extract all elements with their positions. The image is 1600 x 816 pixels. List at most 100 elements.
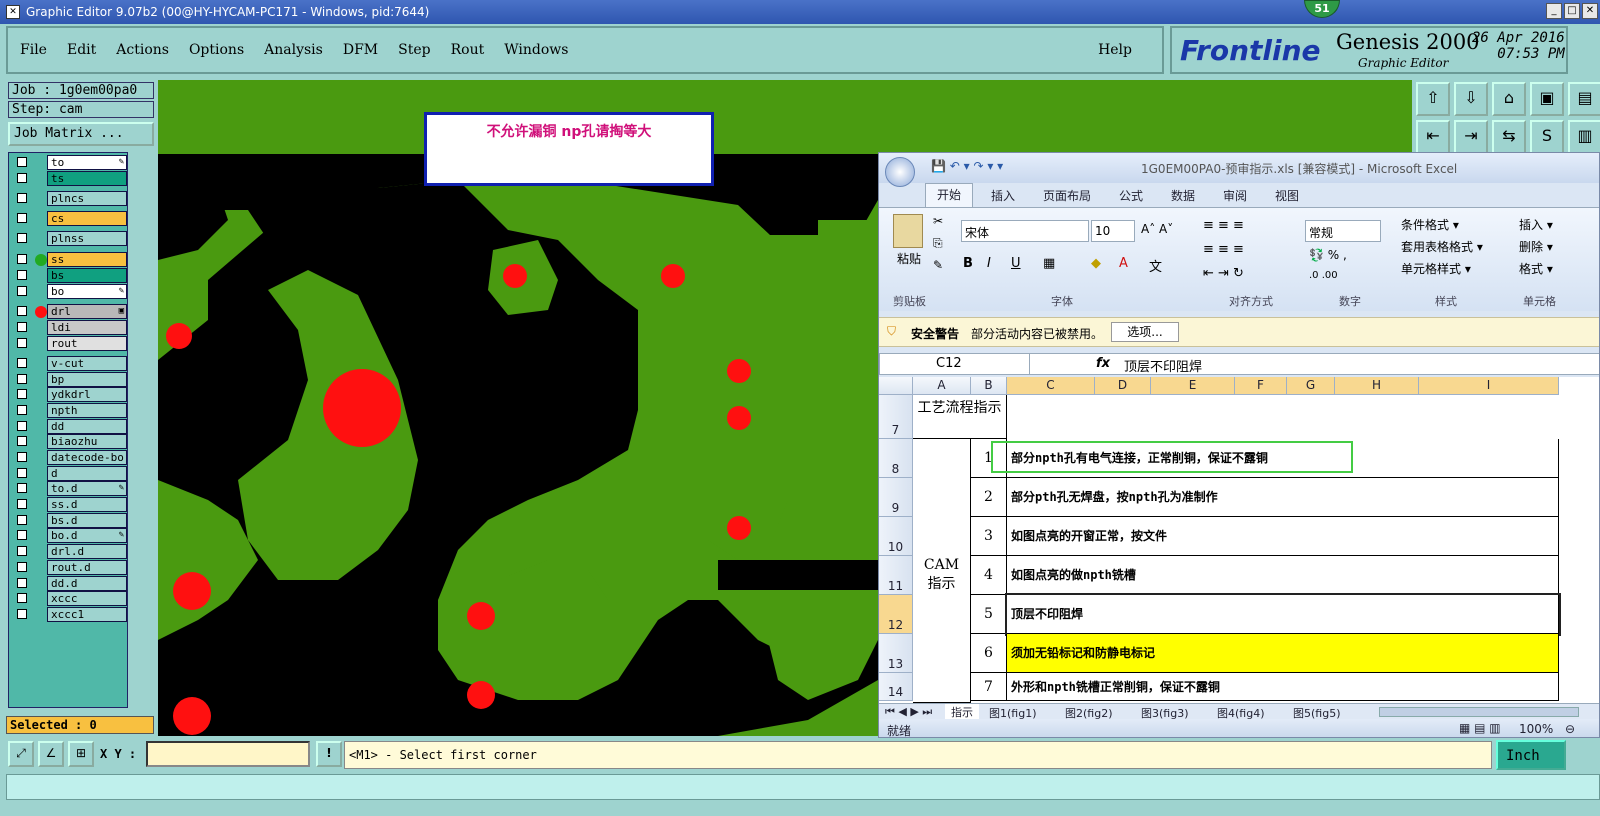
paste-label[interactable]: 粘贴 bbox=[897, 250, 921, 267]
menu-analysis[interactable]: Analysis bbox=[264, 42, 323, 58]
layer-name[interactable]: npth bbox=[47, 403, 127, 418]
layer-checkbox[interactable] bbox=[17, 436, 27, 446]
instruction-cell[interactable]: 如图点亮的做npth铣槽 bbox=[1007, 556, 1559, 595]
col-header-d[interactable]: D bbox=[1095, 377, 1151, 395]
row-header-10[interactable]: 10 bbox=[879, 517, 913, 556]
layer-name[interactable]: ts bbox=[47, 171, 127, 186]
menu-actions[interactable]: Actions bbox=[116, 42, 169, 58]
col-header-g[interactable]: G bbox=[1287, 377, 1335, 395]
layer-row-ss.d[interactable]: ss.d bbox=[13, 497, 129, 512]
layer-checkbox[interactable] bbox=[17, 358, 27, 368]
layer-row-biaozhu[interactable]: biaozhu bbox=[13, 434, 129, 449]
instruction-cell[interactable]: 须加无铅标记和防静电标记 bbox=[1007, 634, 1559, 673]
align-horizontal-icons[interactable]: ≡ ≡ ≡ bbox=[1203, 242, 1244, 257]
step-number-cell[interactable]: 6 bbox=[971, 634, 1007, 673]
bold-icon[interactable]: B bbox=[963, 256, 973, 271]
layer-name[interactable]: dd.d bbox=[47, 576, 127, 591]
tool-s-icon[interactable]: S bbox=[1530, 120, 1564, 154]
tab-view[interactable]: 视图 bbox=[1275, 187, 1299, 204]
col-header-b[interactable]: B bbox=[971, 377, 1007, 395]
zoom-level[interactable]: 100% bbox=[1519, 722, 1553, 736]
layer-checkbox[interactable] bbox=[17, 546, 27, 556]
grid-icon[interactable]: ⊞ bbox=[68, 741, 94, 767]
view-mode-icons[interactable]: ▦ ▤ ▥ bbox=[1459, 721, 1501, 735]
layer-name[interactable]: to.d ✎ bbox=[47, 481, 127, 496]
layer-checkbox[interactable] bbox=[17, 157, 27, 167]
instruction-cell[interactable]: 如图点亮的开窗正常，按文件 bbox=[1007, 517, 1559, 556]
alert-icon[interactable]: ! bbox=[316, 741, 342, 767]
underline-icon[interactable]: U bbox=[1011, 256, 1021, 271]
home-icon[interactable]: ⌂ bbox=[1492, 82, 1526, 116]
align-top-icons[interactable]: ≡ ≡ ≡ bbox=[1203, 218, 1244, 233]
tool-extra-icon[interactable]: ▤ bbox=[1568, 82, 1600, 116]
font-color-icon[interactable]: A bbox=[1119, 256, 1128, 271]
row-header-14[interactable]: 14 bbox=[879, 673, 913, 701]
layer-name[interactable]: drl ▣ bbox=[47, 304, 127, 319]
layer-name[interactable]: datecode-bo bbox=[47, 450, 127, 465]
layer-row-xccc1[interactable]: xccc1 bbox=[13, 607, 129, 622]
layer-row-ldi[interactable]: ldi bbox=[13, 320, 129, 335]
name-box[interactable]: C12 bbox=[880, 354, 1030, 374]
layer-row-dd[interactable]: dd bbox=[13, 419, 129, 434]
layer-name[interactable]: to ✎ bbox=[47, 155, 127, 170]
zoom-out-icon[interactable]: ⊖ bbox=[1565, 722, 1575, 736]
window-icon[interactable]: ▣ bbox=[1530, 82, 1564, 116]
layer-name[interactable]: xccc1 bbox=[47, 607, 127, 622]
row-header-8[interactable]: 8 bbox=[879, 439, 913, 478]
col-header-h[interactable]: H bbox=[1335, 377, 1419, 395]
layer-checkbox[interactable] bbox=[17, 578, 27, 588]
measure-icon[interactable]: ∠ bbox=[38, 741, 64, 767]
grow-shrink-font-icons[interactable]: A˄ A˅ bbox=[1141, 222, 1173, 236]
spreadsheet-grid[interactable]: A B C D E F G H I 7 8 1 部分npth孔有电气连接，正常削铜，保… bbox=[879, 377, 1599, 703]
border-icon[interactable]: ▦ bbox=[1043, 256, 1055, 271]
menu-windows[interactable]: Windows bbox=[504, 42, 568, 58]
layer-row-bo[interactable]: bo ✎ bbox=[13, 284, 129, 299]
layer-row-ts[interactable]: ts bbox=[13, 171, 129, 186]
table-format-button[interactable]: 套用表格格式 ▾ bbox=[1401, 238, 1483, 255]
row-header-7[interactable]: 7 bbox=[879, 395, 913, 439]
layer-checkbox[interactable] bbox=[17, 338, 27, 348]
select-all-corner[interactable] bbox=[879, 377, 913, 395]
cell-styles-button[interactable]: 单元格样式 ▾ bbox=[1401, 260, 1471, 277]
maximize-button[interactable]: □ bbox=[1564, 3, 1580, 19]
tab-insert[interactable]: 插入 bbox=[991, 187, 1015, 204]
xy-input[interactable] bbox=[146, 741, 310, 767]
delete-cells-button[interactable]: 删除 ▾ bbox=[1519, 238, 1553, 255]
layer-row-dd.d[interactable]: dd.d bbox=[13, 576, 129, 591]
layer-name[interactable]: ss.d bbox=[47, 497, 127, 512]
tab-formulas[interactable]: 公式 bbox=[1119, 187, 1143, 204]
cut-icon[interactable]: ✂ bbox=[933, 214, 943, 228]
layer-row-datecode-bo[interactable]: datecode-bo bbox=[13, 450, 129, 465]
conditional-format-button[interactable]: 条件格式 ▾ bbox=[1401, 216, 1459, 233]
layer-checkbox[interactable] bbox=[17, 322, 27, 332]
col-header-i[interactable]: I bbox=[1419, 377, 1559, 395]
minimize-button[interactable]: _ bbox=[1546, 3, 1562, 19]
row-header-9[interactable]: 9 bbox=[879, 478, 913, 517]
sheet-nav-icons[interactable]: ⏮ ◀ ▶ ⏭ bbox=[885, 705, 932, 719]
layer-name[interactable]: rout.d bbox=[47, 560, 127, 575]
tool-down-icon[interactable]: ⇩ bbox=[1454, 82, 1488, 116]
instruction-cell[interactable]: 顶层不印阻焊 bbox=[1005, 593, 1561, 636]
options-button[interactable]: 选项... bbox=[1111, 322, 1179, 342]
layer-name[interactable]: d bbox=[47, 466, 127, 481]
font-name-select[interactable]: 宋体 bbox=[961, 220, 1089, 242]
layer-row-bs.d[interactable]: bs.d bbox=[13, 513, 129, 528]
units-button[interactable]: Inch bbox=[1496, 740, 1566, 770]
col-header-c[interactable]: C bbox=[1007, 377, 1095, 395]
step-number-cell[interactable]: 4 bbox=[971, 556, 1007, 595]
layer-name[interactable]: xccc bbox=[47, 591, 127, 606]
tool-up-icon[interactable]: ⇧ bbox=[1416, 82, 1450, 116]
layer-row-v-cut[interactable]: v-cut bbox=[13, 356, 129, 371]
layer-checkbox[interactable] bbox=[17, 374, 27, 384]
layer-checkbox[interactable] bbox=[17, 193, 27, 203]
layer-name[interactable]: bo ✎ bbox=[47, 284, 127, 299]
layer-checkbox[interactable] bbox=[17, 254, 27, 264]
layer-name[interactable]: biaozhu bbox=[47, 434, 127, 449]
col-header-f[interactable]: F bbox=[1235, 377, 1287, 395]
insert-cells-button[interactable]: 插入 ▾ bbox=[1519, 216, 1553, 233]
layer-name[interactable]: drl.d bbox=[47, 544, 127, 559]
layer-row-ydkdrl[interactable]: ydkdrl bbox=[13, 387, 129, 402]
layer-checkbox[interactable] bbox=[17, 213, 27, 223]
layer-checkbox[interactable] bbox=[17, 233, 27, 243]
formula-input[interactable]: 顶层不印阻焊 bbox=[1124, 356, 1202, 375]
